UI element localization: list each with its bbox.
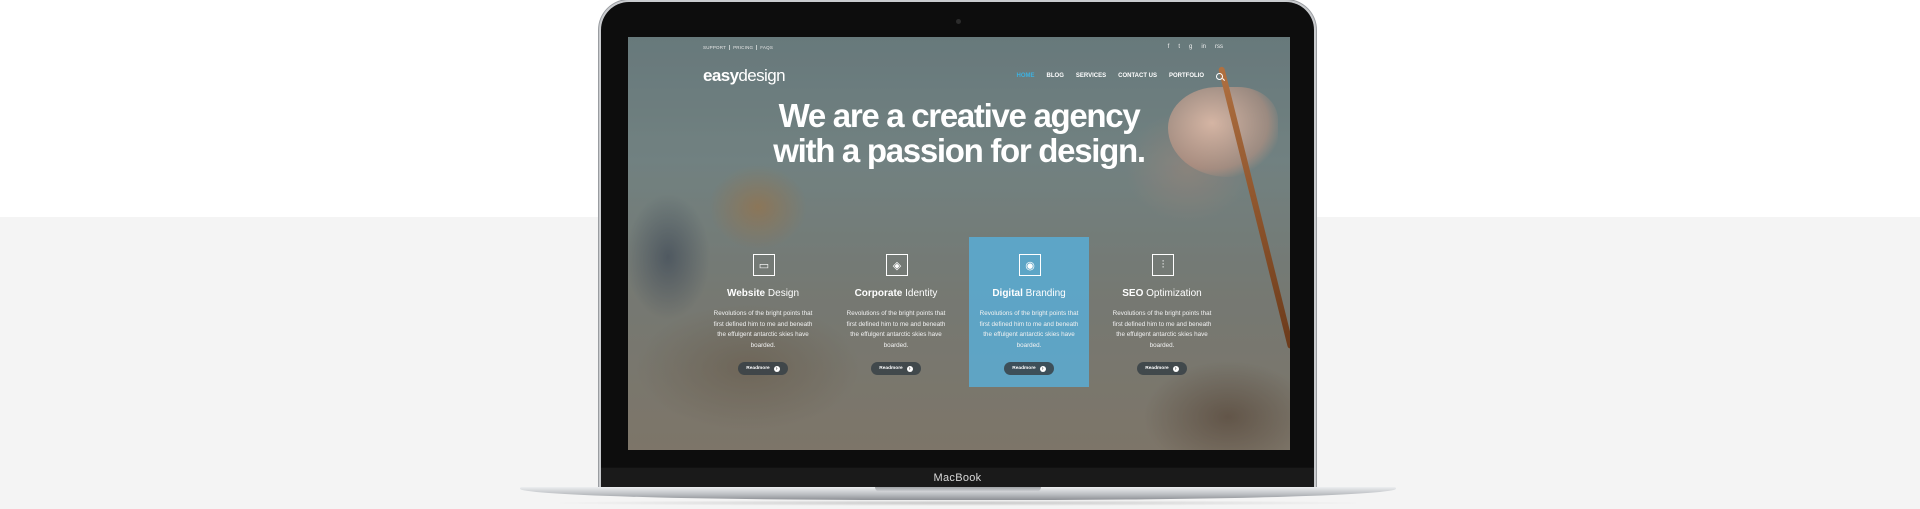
arrow-right-icon: › (1039, 365, 1046, 372)
readmore-button[interactable]: Readmore › (871, 362, 921, 375)
logo-bold-part: easy (703, 66, 739, 85)
feature-title: SEO Optimization (1122, 288, 1202, 299)
nav-item-portfolio[interactable]: PORTFOLIO (1169, 73, 1204, 79)
feature-title: Digital Branding (992, 288, 1066, 299)
hero-heading: We are a creative agency with a passion … (628, 98, 1290, 168)
layers-icon: ◈ (886, 254, 908, 276)
rss-icon[interactable]: rss (1215, 44, 1223, 50)
arrow-right-icon: › (906, 365, 913, 372)
feature-title: Website Design (726, 288, 800, 299)
camera-dot (956, 19, 961, 24)
nav-item-contact-us[interactable]: CONTACT US (1118, 73, 1157, 79)
device-label: MacBook (933, 472, 982, 484)
feature-corporate-identity: ◈ Corporate Identity Revolutions of the … (836, 237, 956, 387)
linkedin-icon[interactable]: in (1201, 44, 1206, 50)
facebook-icon[interactable]: f (1168, 44, 1170, 50)
feature-description: Revolutions of the bright points that fi… (713, 310, 813, 349)
twitter-icon[interactable]: t (1178, 44, 1180, 50)
readmore-button[interactable]: Readmore › (1137, 362, 1187, 375)
arrow-right-icon: › (773, 365, 780, 372)
laptop-base (520, 487, 1396, 500)
laptop-chin: MacBook (601, 467, 1314, 488)
top-bar: SUPPORT PRICING FAQS f t g in rss (703, 41, 1223, 53)
top-links: SUPPORT PRICING FAQS (703, 44, 776, 50)
nav-item-home[interactable]: HOME (1017, 73, 1035, 79)
nav-item-blog[interactable]: BLOG (1047, 73, 1064, 79)
feature-digital-branding: ◉ Digital Branding Revolutions of the br… (969, 237, 1089, 387)
logo-light-part: design (738, 66, 785, 85)
readmore-button[interactable]: Readmore › (1004, 362, 1054, 375)
hero-line-2: with a passion for design. (773, 132, 1146, 169)
nav-menu: HOME BLOG SERVICES CONTACT US PORTFOLIO (1017, 72, 1223, 80)
social-links: f t g in rss (1168, 44, 1223, 50)
bulb-icon: ◉ (1019, 254, 1041, 276)
feature-description: Revolutions of the bright points that fi… (1112, 310, 1212, 349)
nav-item-services[interactable]: SERVICES (1076, 73, 1106, 79)
feature-seo-optimization: ⫶ SEO Optimization Revolutions of the br… (1102, 237, 1222, 387)
laptop-screen: SUPPORT PRICING FAQS f t g in rss easyde… (628, 37, 1290, 450)
monitor-icon: ▭ (753, 254, 775, 276)
arrow-right-icon: › (1172, 365, 1179, 372)
laptop-shadow (540, 500, 1376, 506)
hero-line-1: We are a creative agency (778, 97, 1141, 134)
main-navbar: easydesign HOME BLOG SERVICES CONTACT US… (703, 66, 1223, 86)
top-link-faqs[interactable]: FAQS (757, 45, 776, 50)
feature-description: Revolutions of the bright points that fi… (979, 310, 1079, 349)
search-icon[interactable] (1216, 72, 1223, 80)
laptop-notch (875, 487, 1041, 492)
equalizer-icon: ⫶ (1152, 254, 1174, 276)
feature-description: Revolutions of the bright points that fi… (846, 310, 946, 349)
laptop-lid: SUPPORT PRICING FAQS f t g in rss easyde… (601, 2, 1314, 488)
readmore-button[interactable]: Readmore › (738, 362, 788, 375)
top-link-support[interactable]: SUPPORT (703, 44, 731, 50)
google-plus-icon[interactable]: g (1189, 44, 1192, 50)
feature-website-design: ▭ Website Design Revolutions of the brig… (703, 237, 823, 387)
top-link-pricing[interactable]: PRICING (730, 44, 758, 50)
site-logo[interactable]: easydesign (703, 66, 786, 86)
features-row: ▭ Website Design Revolutions of the brig… (703, 237, 1236, 387)
feature-title: Corporate Identity (854, 288, 938, 299)
